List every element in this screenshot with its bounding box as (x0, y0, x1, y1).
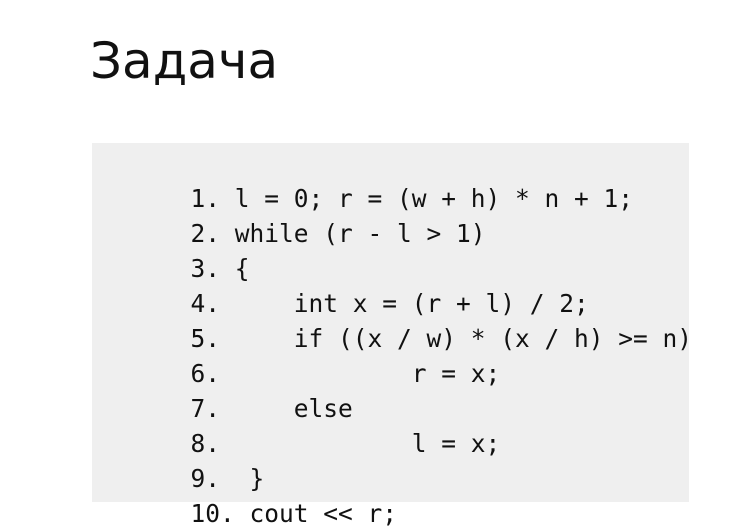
code-text: cout << r; (249, 499, 398, 528)
code-text: while (r - l > 1) (234, 219, 486, 248)
code-line: 3. { (102, 218, 250, 283)
code-line: 4. int x = (r + l) / 2; (102, 253, 589, 318)
code-line: 1. l = 0; r = (w + h) * n + 1; (102, 148, 634, 213)
code-line: 6. r = x; (102, 323, 501, 388)
code-text: l = x; (234, 429, 501, 458)
line-number: 10. (190, 499, 235, 528)
code-line: 2. while (r - l > 1) (102, 183, 486, 248)
code-line: 9. } (102, 428, 265, 493)
slide: Задача 1. l = 0; r = (w + h) * n + 1; 2.… (0, 0, 751, 528)
code-block: 1. l = 0; r = (w + h) * n + 1; 2. while … (92, 143, 693, 528)
code-line: 10. cout << r; (102, 463, 398, 528)
slide-title: Задача (90, 32, 279, 90)
code-line: 7. else (102, 358, 353, 423)
code-line: 8. l = x; (102, 393, 501, 458)
code-line: 5. if ((x / w) * (x / h) >= n) (102, 288, 693, 353)
